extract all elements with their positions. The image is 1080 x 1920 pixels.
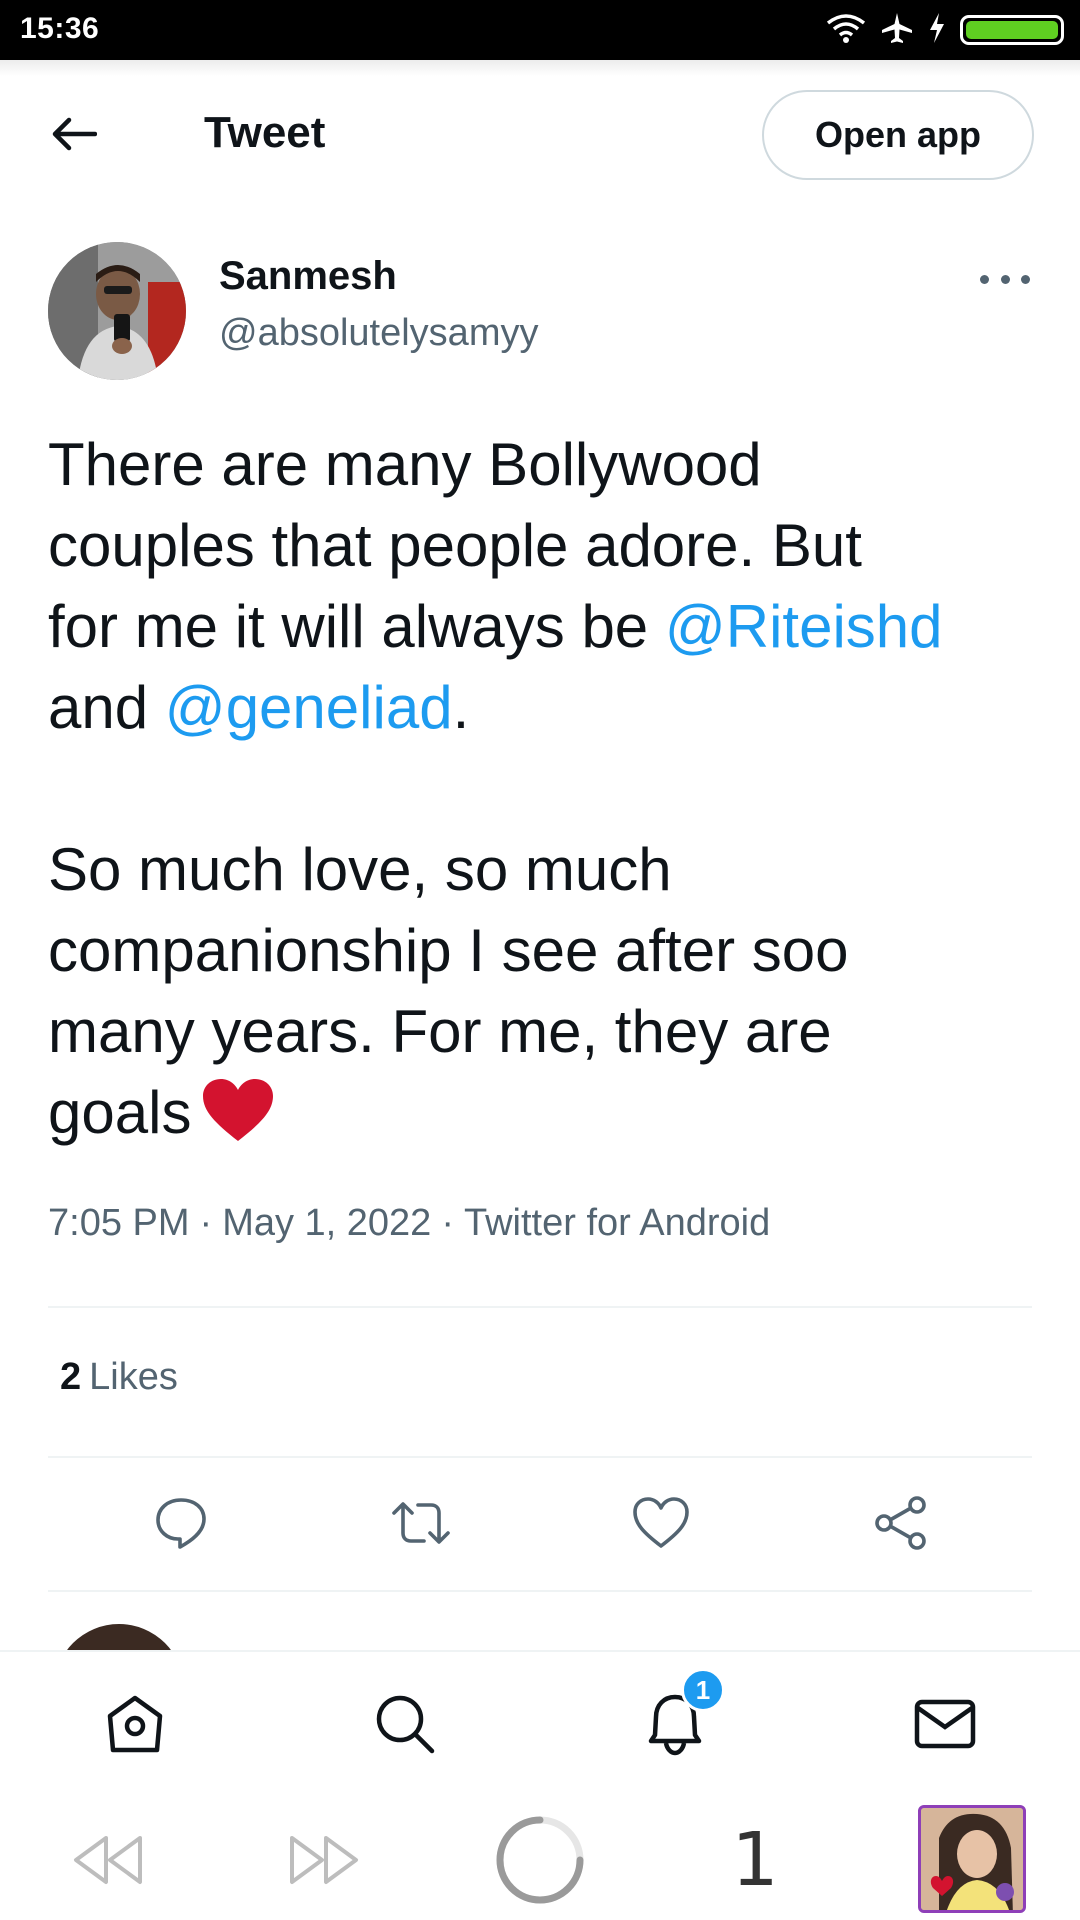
status-bar: 15:36 — [0, 0, 1080, 60]
reply-button[interactable] — [148, 1490, 214, 1556]
tweet-line: couples that people adore. But — [48, 512, 862, 579]
more-dot — [1000, 274, 1010, 284]
tweet-line-text: for me it will always be — [48, 593, 665, 660]
divider — [48, 1590, 1032, 1592]
tweet-date[interactable]: May 1, 2022 — [222, 1202, 431, 1244]
author-handle[interactable]: @absolutelysamyy — [219, 312, 538, 355]
tweet-time[interactable]: 7:05 PM — [48, 1202, 190, 1244]
separator-dot: · — [441, 1202, 454, 1244]
open-app-button[interactable]: Open app — [762, 90, 1034, 180]
arrow-left-icon — [52, 117, 97, 151]
like-button[interactable] — [628, 1490, 694, 1556]
page-number-value: 1 — [731, 1817, 779, 1903]
tweet-line: companionship I see after soo — [48, 917, 849, 984]
app-thumbnail[interactable] — [918, 1805, 1026, 1913]
retweet-button[interactable] — [388, 1490, 454, 1556]
tweet-line: So much love, so much — [48, 836, 672, 903]
tweet-line-text: and — [48, 674, 165, 741]
divider — [48, 1456, 1032, 1458]
tweet-text: There are many Bollywood couples that pe… — [48, 424, 1048, 1163]
header-divider — [0, 60, 1080, 76]
tweet-line: for me it will always be @Riteishd — [48, 586, 1048, 667]
tweet-line: There are many Bollywood — [48, 431, 762, 498]
tweet-meta: 7:05 PM · May 1, 2022 · Twitter for Android — [48, 1202, 770, 1245]
mention-link-geneliad[interactable]: @geneliad — [165, 674, 453, 741]
divider — [48, 1306, 1032, 1308]
tweet-line: and @geneliad. — [48, 667, 1048, 748]
tweet-source[interactable]: Twitter for Android — [464, 1202, 770, 1244]
back-button[interactable] — [46, 110, 102, 158]
tab-home[interactable] — [95, 1684, 175, 1764]
airplane-icon — [880, 12, 914, 49]
tweet-line: many years. For me, they are — [48, 998, 832, 1065]
wifi-icon — [826, 12, 866, 49]
mail-icon — [914, 1699, 976, 1749]
notification-badge: 1 — [681, 1668, 725, 1712]
likes-label: Likes — [89, 1356, 178, 1398]
loading-button[interactable] — [494, 1814, 586, 1906]
system-bar: 1 — [0, 1800, 1080, 1920]
more-dot — [980, 274, 989, 284]
separator-dot: · — [199, 1202, 213, 1244]
reply-icon — [156, 1498, 206, 1549]
tab-messages[interactable] — [905, 1684, 985, 1764]
home-icon — [107, 1695, 163, 1753]
bottom-tab-bar: 1 — [0, 1650, 1080, 1800]
more-dot — [1021, 274, 1030, 284]
mention-link-riteishd[interactable]: @Riteishd — [665, 593, 943, 660]
fast-forward-icon — [290, 1836, 358, 1884]
page-title: Tweet — [204, 108, 326, 157]
retweet-icon — [392, 1502, 450, 1544]
red-heart-icon — [201, 1077, 275, 1163]
page-number[interactable]: 1 — [720, 1814, 790, 1906]
tweet-line-text: . — [452, 674, 470, 741]
tweet-line-text: goals — [48, 1079, 192, 1146]
heart-icon — [633, 1497, 689, 1548]
more-options-button[interactable] — [980, 264, 1030, 294]
status-time: 15:36 — [20, 12, 100, 45]
share-icon — [875, 1496, 926, 1550]
tab-search[interactable] — [365, 1684, 445, 1764]
battery-icon — [960, 15, 1064, 45]
rewind-icon — [74, 1836, 142, 1884]
charging-icon — [928, 12, 946, 49]
rewind-button[interactable] — [68, 1814, 148, 1906]
likes-count: 2 — [60, 1356, 82, 1398]
thumbnail-image — [921, 1808, 1023, 1910]
fast-forward-button[interactable] — [284, 1814, 364, 1906]
share-button[interactable] — [868, 1490, 934, 1556]
tab-notifications[interactable]: 1 — [635, 1668, 725, 1764]
avatar[interactable] — [48, 242, 186, 380]
tweet-line: goals — [48, 1072, 1048, 1163]
search-icon — [376, 1695, 435, 1754]
author-name[interactable]: Sanmesh — [219, 254, 397, 299]
tweet-actions — [48, 1490, 1032, 1556]
status-icons — [826, 12, 1064, 48]
likes-count-link[interactable]: 2 Likes — [60, 1356, 178, 1399]
loading-spinner-icon — [496, 1816, 584, 1904]
